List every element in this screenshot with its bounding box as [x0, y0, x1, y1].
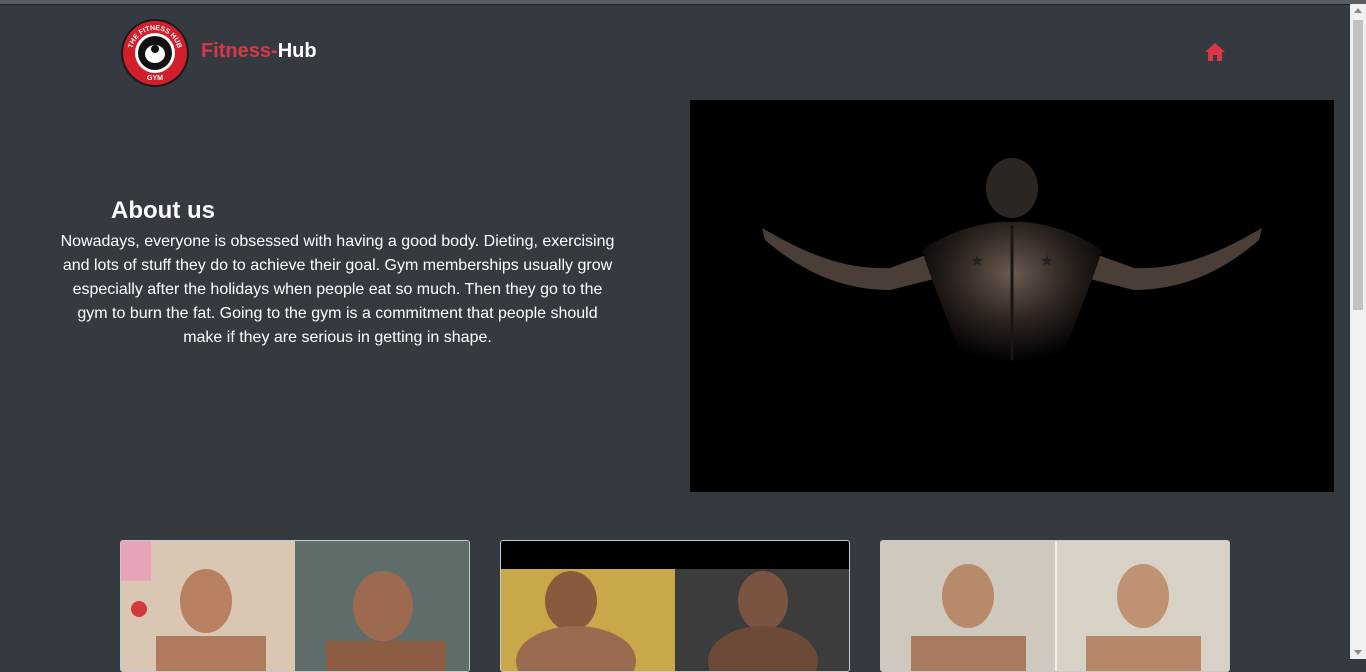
about-description: Nowadays, everyone is obsessed with havi…	[60, 233, 615, 346]
transformation-card-2[interactable]	[500, 540, 850, 672]
svg-text:★: ★	[1040, 251, 1054, 270]
brand-prefix: Fitness-	[201, 40, 278, 62]
svg-text:★: ★	[970, 251, 984, 270]
logo-text-bottom: GYM	[147, 75, 163, 82]
scroll-thumb[interactable]	[1353, 20, 1363, 310]
browser-top-edge	[0, 0, 1366, 5]
about-title: About us	[111, 197, 215, 224]
hero-image-muscular-back: ★ ★	[690, 100, 1334, 492]
home-icon[interactable]	[1204, 42, 1226, 62]
brand-name[interactable]: Fitness-Hub	[201, 40, 317, 63]
page-scrollbar[interactable]	[1350, 4, 1366, 659]
transformation-card-1[interactable]	[120, 540, 470, 672]
gym-logo[interactable]: THE FITNESS HUB GYM	[120, 18, 190, 88]
transformation-card-3[interactable]	[880, 540, 1230, 672]
brand-suffix: Hub	[277, 40, 317, 62]
scroll-down-arrow-icon[interactable]	[1354, 650, 1362, 655]
scroll-up-arrow-icon[interactable]	[1354, 8, 1362, 13]
